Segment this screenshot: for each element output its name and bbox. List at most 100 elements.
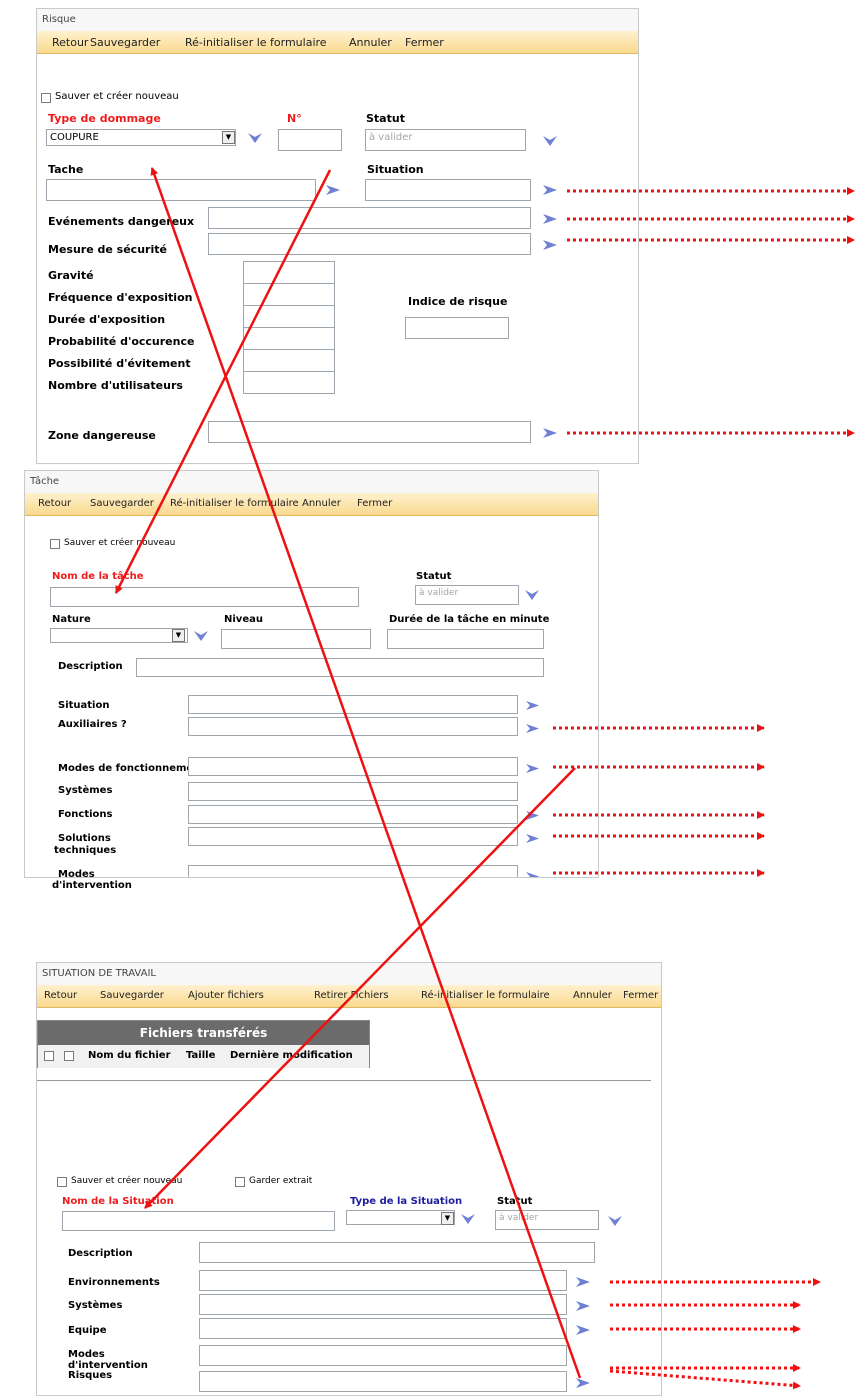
auxiliaires-input[interactable] bbox=[188, 717, 518, 736]
systemes-input[interactable] bbox=[188, 782, 518, 801]
retirer-fichiers-button[interactable]: Retirer Fichiers bbox=[314, 990, 389, 1001]
description-input[interactable] bbox=[136, 658, 544, 677]
systemes-label: Systèmes bbox=[58, 785, 113, 796]
arrow-right-icon[interactable] bbox=[525, 833, 540, 844]
situation-annuler-button[interactable]: Annuler bbox=[573, 990, 612, 1001]
situation-description-input[interactable] bbox=[199, 1242, 595, 1263]
situation-systemes-input[interactable] bbox=[199, 1294, 567, 1315]
fichiers-header-row: Nom du fichier Taille Dernière modificat… bbox=[38, 1045, 369, 1068]
duree-tache-input[interactable] bbox=[387, 629, 544, 649]
tache-statut-select[interactable]: à valider bbox=[415, 585, 519, 605]
arrow-right-icon[interactable] bbox=[575, 1377, 591, 1389]
mesure-input[interactable] bbox=[208, 233, 531, 255]
risque-sauvegarder-button[interactable]: Sauvegarder bbox=[90, 36, 160, 49]
risque-form-panel: Risque Retour Sauvegarder Ré-initialiser… bbox=[36, 8, 639, 464]
risque-window-title: Risque bbox=[37, 9, 638, 32]
arrow-right-icon[interactable] bbox=[575, 1300, 591, 1312]
tache-window-title: Tâche bbox=[25, 471, 598, 494]
arrow-right-icon[interactable] bbox=[542, 239, 558, 251]
chevron-down-icon[interactable]: ▼ bbox=[222, 131, 235, 144]
arrow-right-icon[interactable] bbox=[525, 723, 540, 734]
risque-save-new-checkbox[interactable] bbox=[41, 93, 51, 103]
duree-input[interactable] bbox=[243, 305, 335, 328]
nombre-input[interactable] bbox=[243, 371, 335, 394]
zone-label: Zone dangereuse bbox=[48, 429, 156, 442]
evenements-label: Evénements dangereux bbox=[48, 215, 195, 228]
situation-save-new-checkbox[interactable] bbox=[57, 1177, 67, 1187]
arrow-right-icon[interactable] bbox=[575, 1276, 591, 1288]
type-situation-label: Type de la Situation bbox=[350, 1196, 463, 1207]
situation-toolbar: Retour Sauvegarder Ajouter fichiers Reti… bbox=[37, 985, 661, 1008]
modes-fonct-input[interactable] bbox=[188, 757, 518, 776]
arrow-right-icon[interactable] bbox=[525, 871, 540, 878]
gravite-input[interactable] bbox=[243, 261, 335, 284]
frequence-input[interactable] bbox=[243, 283, 335, 306]
zone-input[interactable] bbox=[208, 421, 531, 443]
filter-icon[interactable] bbox=[247, 130, 263, 146]
environnements-input[interactable] bbox=[199, 1270, 567, 1291]
risque-annuler-button[interactable]: Annuler bbox=[349, 36, 392, 49]
nature-label: Nature bbox=[52, 614, 91, 625]
ajouter-fichiers-button[interactable]: Ajouter fichiers bbox=[188, 990, 264, 1001]
niveau-input[interactable] bbox=[221, 629, 371, 649]
situation-statut-select[interactable]: à valider bbox=[495, 1210, 599, 1230]
select-all-checkbox[interactable] bbox=[44, 1051, 54, 1061]
garder-extrait-checkbox[interactable] bbox=[235, 1177, 245, 1187]
situation-equipe-input[interactable] bbox=[199, 1318, 567, 1339]
risque-retour-button[interactable]: Retour bbox=[52, 36, 88, 49]
arrow-right-icon[interactable] bbox=[525, 700, 540, 711]
col-taille[interactable]: Taille bbox=[186, 1050, 215, 1061]
arrow-right-icon[interactable] bbox=[575, 1324, 591, 1336]
tache-annuler-button[interactable]: Annuler bbox=[302, 498, 341, 509]
nom-tache-input[interactable] bbox=[50, 587, 359, 607]
solutions-input[interactable] bbox=[188, 827, 518, 846]
nom-situation-input[interactable] bbox=[62, 1211, 335, 1231]
arrow-right-icon[interactable] bbox=[525, 810, 540, 821]
col-nom-fichier[interactable]: Nom du fichier bbox=[88, 1050, 171, 1061]
possibilite-label: Possibilité d'évitement bbox=[48, 357, 191, 370]
situation-retour-button[interactable]: Retour bbox=[44, 990, 77, 1001]
possibilite-input[interactable] bbox=[243, 349, 335, 372]
type-dommage-select[interactable]: COUPURE bbox=[46, 129, 236, 146]
fonctions-input[interactable] bbox=[188, 805, 518, 824]
arrow-right-icon[interactable] bbox=[542, 213, 558, 225]
risque-statut-select[interactable]: à valider bbox=[365, 129, 526, 151]
arrow-right-icon[interactable] bbox=[542, 427, 558, 439]
risque-situation-input[interactable] bbox=[365, 179, 531, 201]
evenements-input[interactable] bbox=[208, 207, 531, 229]
tache-fermer-button[interactable]: Fermer bbox=[357, 498, 392, 509]
risque-fermer-button[interactable]: Fermer bbox=[405, 36, 444, 49]
situation-modes-input[interactable] bbox=[199, 1345, 567, 1366]
filter-icon[interactable] bbox=[193, 628, 209, 644]
numero-input[interactable] bbox=[278, 129, 342, 151]
arrow-right-icon[interactable] bbox=[325, 184, 341, 196]
tache-sauvegarder-button[interactable]: Sauvegarder bbox=[90, 498, 154, 509]
indice-input[interactable] bbox=[405, 317, 509, 339]
risques-input[interactable] bbox=[199, 1371, 567, 1392]
type-situation-select[interactable] bbox=[346, 1210, 455, 1225]
probabilite-input[interactable] bbox=[243, 327, 335, 350]
arrow-right-icon[interactable] bbox=[525, 763, 540, 774]
filter-icon[interactable] bbox=[542, 133, 558, 149]
tache-input[interactable] bbox=[46, 179, 316, 201]
chevron-down-icon[interactable]: ▼ bbox=[441, 1212, 454, 1225]
nom-situation-label: Nom de la Situation bbox=[62, 1196, 174, 1207]
filter-icon[interactable] bbox=[607, 1213, 623, 1229]
modes-interv-input[interactable] bbox=[188, 865, 518, 877]
tache-retour-button[interactable]: Retour bbox=[38, 498, 71, 509]
arrow-right-icon[interactable] bbox=[542, 184, 558, 196]
filter-icon[interactable] bbox=[460, 1211, 476, 1227]
situation-reinit-button[interactable]: Ré-initialiser le formulaire bbox=[421, 990, 550, 1001]
col-derniere-modif[interactable]: Dernière modification bbox=[230, 1050, 353, 1061]
situation-sauvegarder-button[interactable]: Sauvegarder bbox=[100, 990, 164, 1001]
tache-save-new-checkbox[interactable] bbox=[50, 539, 60, 549]
tache-reinit-button[interactable]: Ré-initialiser le formulaire bbox=[170, 498, 299, 509]
situation-fermer-button[interactable]: Fermer bbox=[623, 990, 658, 1001]
nature-select[interactable] bbox=[50, 628, 188, 643]
tache-situation-input[interactable] bbox=[188, 695, 518, 714]
filter-icon[interactable] bbox=[524, 587, 540, 603]
chevron-down-icon[interactable]: ▼ bbox=[172, 629, 185, 642]
tache-toolbar: Retour Sauvegarder Ré-initialiser le for… bbox=[25, 493, 598, 516]
deselect-all-checkbox[interactable] bbox=[64, 1051, 74, 1061]
risque-reinit-button[interactable]: Ré-initialiser le formulaire bbox=[185, 36, 327, 49]
